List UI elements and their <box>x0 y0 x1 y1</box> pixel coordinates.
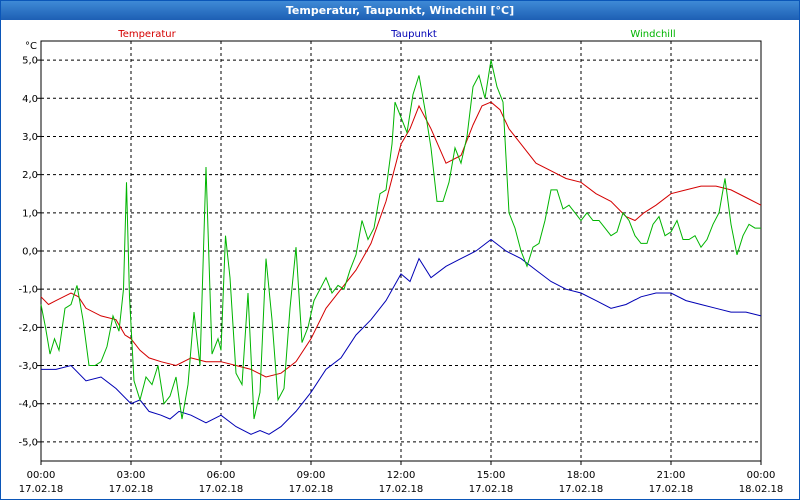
x-tick-date-label: 17.02.18 <box>559 484 604 495</box>
x-axis-labels: 00:00 17.02.18 03:00 17.02.18 06:00 17.02.18 0… <box>19 470 784 495</box>
y-tick-label: -4,0 <box>18 399 38 410</box>
x-tick-time-label: 15:00 <box>477 470 506 481</box>
x-tick-date-label: 17.02.18 <box>109 484 154 495</box>
x-tick-date-label: 17.02.18 <box>469 484 514 495</box>
legend-label-windchill: Windchill <box>630 29 675 40</box>
y-tick-label: -3,0 <box>18 361 38 372</box>
chart-window: Temperatur, Taupunkt, Windchill [°C] 5,0… <box>0 0 800 500</box>
y-axis-labels: 5,0 4,0 3,0 2,0 1,0 0,0 -1,0 -2,0 -3,0 -4,0 -5,0 <box>18 56 38 449</box>
x-tick-time-label: 06:00 <box>207 470 236 481</box>
y-tick-label: 0,0 <box>22 247 38 258</box>
x-tick-date-label: 17.02.18 <box>379 484 424 495</box>
x-tick-date-label: 17.02.18 <box>649 484 694 495</box>
y-tick-label: 1,0 <box>22 208 38 219</box>
y-tick-label: 5,0 <box>22 56 38 67</box>
y-tick-label: 3,0 <box>22 132 38 143</box>
x-tick-time-label: 03:00 <box>117 470 146 481</box>
chart-grid <box>41 41 761 461</box>
x-tick-time-label: 18:00 <box>567 470 596 481</box>
x-tick-time-label: 00:00 <box>747 470 776 481</box>
y-tick-label: -1,0 <box>18 285 38 296</box>
x-tick-date-label: 18.02.18 <box>739 484 784 495</box>
x-tick-time-label: 09:00 <box>297 470 326 481</box>
x-tick-time-label: 21:00 <box>657 470 686 481</box>
x-tick-time-label: 12:00 <box>387 470 416 481</box>
y-tick-label: -5,0 <box>18 437 38 448</box>
y-tick-label: 2,0 <box>22 170 38 181</box>
y-tick-label: 4,0 <box>22 94 38 105</box>
x-tick-date-label: 17.02.18 <box>19 484 64 495</box>
y-axis-unit: °C <box>25 41 37 52</box>
chart-svg: 5,0 4,0 3,0 2,0 1,0 0,0 -1,0 -2,0 -3,0 -4,0 -5,0 0… <box>18 29 784 495</box>
window-title: Temperatur, Taupunkt, Windchill [°C] <box>1 1 799 20</box>
chart-legend: Temperatur Taupunkt Windchill <box>117 29 675 40</box>
chart-axes <box>37 40 762 465</box>
x-tick-time-label: 00:00 <box>27 470 56 481</box>
x-tick-date-label: 17.02.18 <box>289 484 334 495</box>
legend-label-taupunkt: Taupunkt <box>390 29 437 40</box>
legend-label-temperatur: Temperatur <box>117 29 176 40</box>
y-tick-label: -2,0 <box>18 323 38 334</box>
x-tick-date-label: 17.02.18 <box>199 484 244 495</box>
